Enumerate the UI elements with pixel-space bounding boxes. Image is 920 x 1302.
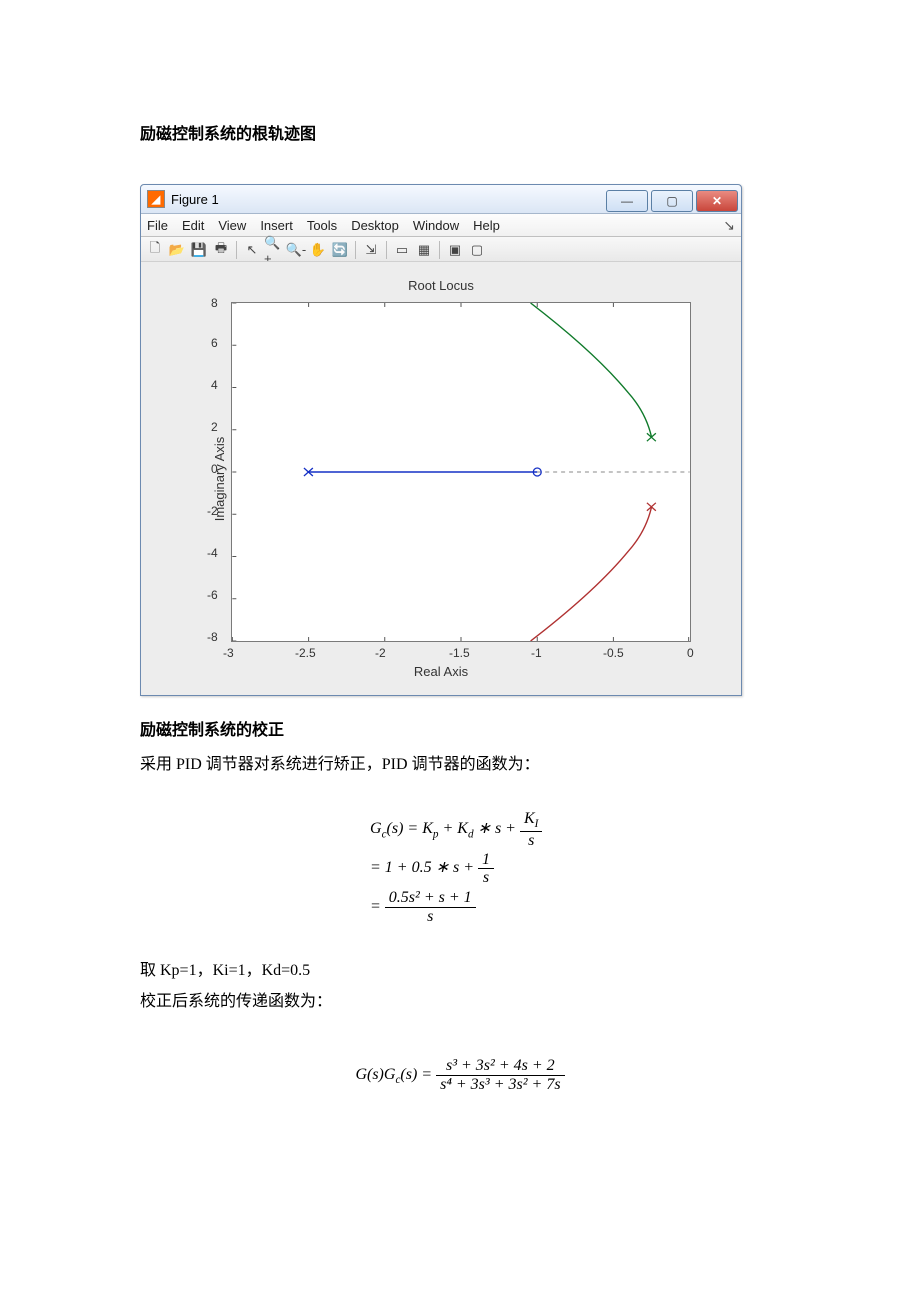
hide-plot-tools-icon[interactable]: ▣	[445, 240, 465, 260]
xtick: 0	[687, 646, 694, 660]
toolbar-separator	[355, 241, 356, 259]
ytick: -4	[207, 546, 218, 560]
equation-gc: Gc(s) = Kp + Kd ∗ s + KIs = 1 + 0.5 ∗ s …	[370, 810, 780, 926]
xtick: -0.5	[603, 646, 624, 660]
toolbar: 🗋 📂 💾 🖶 ↖ 🔍+ 🔍- ✋ 🔄 ⇲ ▭ ▦ ▣ ▢	[141, 237, 741, 264]
para-pid-intro: 采用 PID 调节器对系统进行矫正，PID 调节器的函数为：	[140, 750, 780, 780]
menu-window[interactable]: Window	[413, 218, 459, 233]
menu-view[interactable]: View	[218, 218, 246, 233]
ytick: -8	[207, 630, 218, 644]
ytick: -2	[207, 504, 218, 518]
toolbar-separator	[236, 241, 237, 259]
data-cursor-icon[interactable]: ⇲	[361, 240, 381, 260]
colorbar-icon[interactable]: ▭	[392, 240, 412, 260]
show-plot-tools-icon[interactable]: ▢	[467, 240, 487, 260]
branch-lower	[531, 507, 652, 641]
equation-ggc: G(s)Gc(s) = s³ + 3s² + 4s + 2s⁴ + 3s³ + …	[140, 1057, 780, 1093]
open-file-icon[interactable]: 📂	[167, 240, 187, 260]
para-corrected-tf: 校正后系统的传递函数为：	[140, 987, 780, 1017]
axes[interactable]	[231, 302, 691, 642]
ytick: 2	[211, 420, 218, 434]
ytick: -6	[207, 588, 218, 602]
save-icon[interactable]: 💾	[189, 240, 209, 260]
toolbar-separator	[439, 241, 440, 259]
heading-correction: 励磁控制系统的校正	[140, 716, 780, 740]
zoom-out-icon[interactable]: 🔍-	[286, 240, 306, 260]
menu-file[interactable]: File	[147, 218, 168, 233]
ytick: 0	[211, 462, 218, 476]
heading-root-locus: 励磁控制系统的根轨迹图	[140, 120, 780, 144]
xtick: -1	[531, 646, 542, 660]
maximize-button[interactable]: ▢	[651, 190, 693, 212]
plot-area: Root Locus Imaginary Axis Real Axis 8 6 …	[141, 261, 741, 695]
branch-upper	[531, 303, 652, 437]
xtick: -2	[375, 646, 386, 660]
xtick: -2.5	[295, 646, 316, 660]
menu-edit[interactable]: Edit	[182, 218, 204, 233]
pan-icon[interactable]: ✋	[308, 240, 328, 260]
ytick: 4	[211, 378, 218, 392]
rotate3d-icon[interactable]: 🔄	[330, 240, 350, 260]
zoom-in-icon[interactable]: 🔍+	[264, 240, 284, 260]
new-figure-icon[interactable]: 🗋	[145, 240, 165, 260]
menu-help[interactable]: Help	[473, 218, 500, 233]
ytick: 8	[211, 296, 218, 310]
xtick: -1.5	[449, 646, 470, 660]
legend-icon[interactable]: ▦	[414, 240, 434, 260]
dock-icon[interactable]: ↘	[723, 217, 735, 234]
matlab-icon: ◢	[147, 190, 165, 208]
menubar: File Edit View Insert Tools Desktop Wind…	[141, 214, 741, 237]
ytick: 6	[211, 336, 218, 350]
window-titlebar[interactable]: ◢ Figure 1 — ▢ ✕	[141, 185, 741, 214]
print-icon[interactable]: 🖶	[211, 240, 231, 260]
root-locus-plot	[232, 303, 690, 641]
pointer-icon[interactable]: ↖	[242, 240, 262, 260]
matlab-figure-window: ◢ Figure 1 — ▢ ✕ File Edit View Insert T…	[140, 184, 742, 696]
minimize-button[interactable]: —	[606, 190, 648, 212]
menu-tools[interactable]: Tools	[307, 218, 337, 233]
plot-title: Root Locus	[141, 278, 741, 293]
x-axis-label: Real Axis	[141, 664, 741, 679]
xtick: -3	[223, 646, 234, 660]
window-title: Figure 1	[171, 192, 219, 207]
menu-desktop[interactable]: Desktop	[351, 218, 399, 233]
menu-insert[interactable]: Insert	[260, 218, 293, 233]
toolbar-separator	[386, 241, 387, 259]
close-button[interactable]: ✕	[696, 190, 738, 212]
para-pid-params: 取 Kp=1，Ki=1，Kd=0.5	[140, 956, 780, 986]
